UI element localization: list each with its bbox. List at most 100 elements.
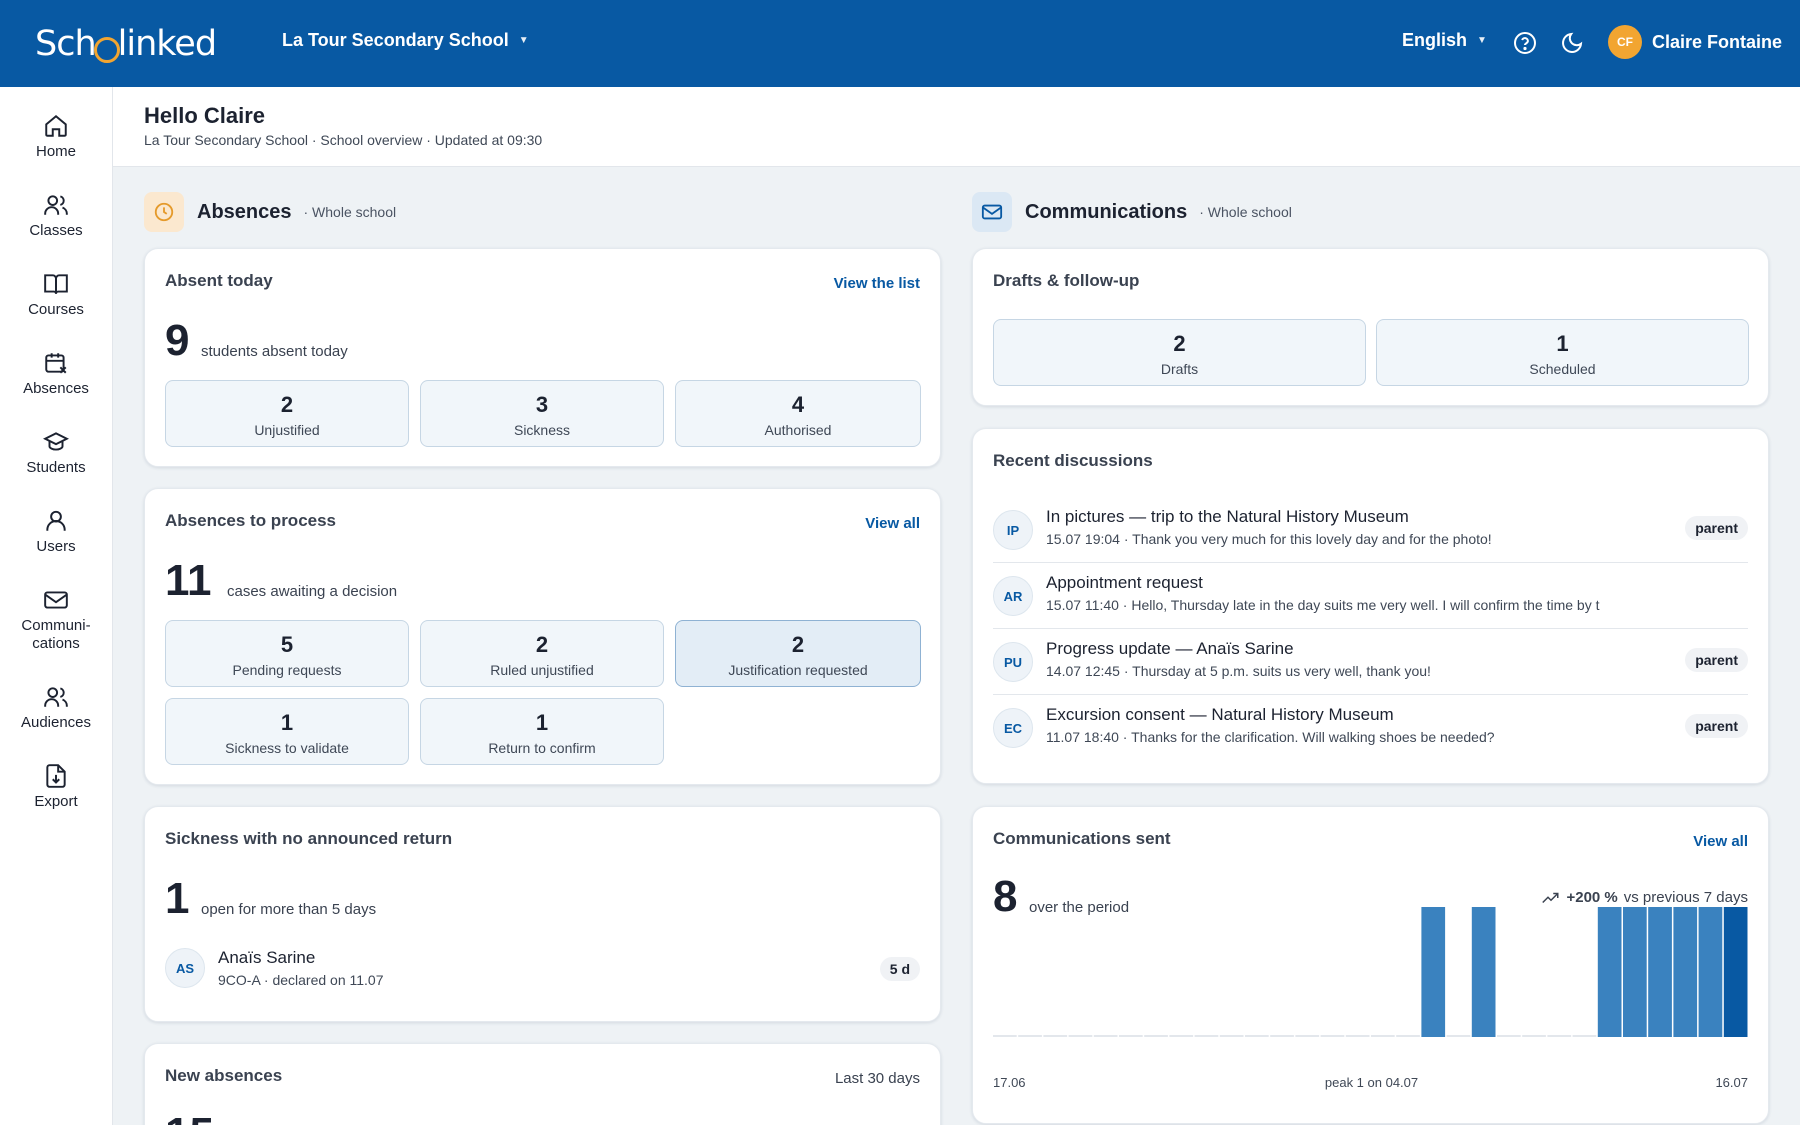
language-label: English [1402, 30, 1468, 50]
chart-bar-11.07[interactable] [1597, 907, 1622, 1037]
tile-return-to-confirm[interactable]: 1 Return to confirm [420, 698, 664, 765]
chevron-down-icon: ▼ [1477, 35, 1487, 46]
app-logo[interactable]: Sch linked [35, 22, 217, 66]
user-icon [46, 510, 66, 531]
sidebar-item-communications[interactable]: Communi- cations [0, 587, 112, 653]
student-detail: 9CO-A · declared on 11.07 [218, 972, 384, 988]
role-badge: parent [1685, 516, 1748, 540]
period-label: Last 30 days [834, 1070, 920, 1087]
chart-bar-06.07[interactable] [1471, 907, 1496, 1037]
chart-bar-12.07[interactable] [1623, 907, 1647, 1037]
chart-baseline-segment [1320, 1035, 1345, 1037]
chart-bar-04.07[interactable] [1421, 907, 1446, 1037]
list-item[interactable]: IP In pictures — trip to the Natural His… [993, 497, 1748, 563]
student-name[interactable]: Anaïs Sarine [218, 948, 315, 968]
view-list-link[interactable]: View the list [834, 275, 920, 292]
sidebar-item-users[interactable]: Users [0, 508, 112, 556]
file-download-icon [46, 764, 66, 788]
tile-label: Ruled unjustified [490, 662, 594, 678]
tile-label: Unjustified [254, 422, 320, 438]
school-name: La Tour Secondary School [282, 30, 509, 50]
absent-count-label: students absent today [201, 343, 348, 360]
tile-scheduled[interactable]: 1 Scheduled [1376, 319, 1749, 386]
sidebar-item-label: Export [34, 793, 78, 810]
sidebar-item-label: cations [32, 635, 80, 652]
sidebar-item-label: Communi- [21, 617, 91, 634]
tile-value: 5 [280, 632, 294, 657]
mail-icon [972, 192, 1012, 232]
tile-value: 2 [535, 632, 549, 657]
sidebar-item-absences[interactable]: Absences [0, 350, 112, 398]
absent-today-card: Absent today View the list 9 students ab… [144, 248, 941, 467]
absent-count: 9 [165, 316, 190, 365]
role-badge: parent [1685, 714, 1748, 738]
chart-baseline-segment [1068, 1035, 1093, 1037]
dark-mode-icon[interactable] [1560, 31, 1584, 55]
card-title: New absences [165, 1066, 283, 1085]
avatar: EC [993, 708, 1033, 748]
sidebar-item-audiences[interactable]: Audiences [0, 684, 112, 732]
tile-justification-requested[interactable]: 2 Justification requested [675, 620, 921, 687]
list-item[interactable]: AR Appointment request 15.07 11:40 · Hel… [993, 563, 1748, 629]
sidebar-item-courses[interactable]: Courses [0, 271, 112, 319]
sickness-no-return-card: Sickness with no announced return 1 open… [144, 806, 941, 1022]
sidebar-item-label: Users [36, 538, 76, 555]
user-name: Claire Fontaine [1652, 31, 1783, 52]
tile-sickness[interactable]: 3 Sickness [420, 380, 664, 447]
chart-baseline-segment [1446, 1035, 1471, 1037]
chart-baseline-segment [1371, 1035, 1395, 1037]
calendar-x-icon [45, 353, 67, 374]
view-all-link[interactable]: View all [1693, 833, 1748, 850]
list-item[interactable]: EC Excursion consent — Natural History M… [993, 695, 1748, 761]
view-all-link[interactable]: View all [865, 515, 920, 532]
sidebar-item-home[interactable]: Home [0, 113, 112, 161]
tile-drafts[interactable]: 2 Drafts [993, 319, 1366, 386]
sidebar-item-classes[interactable]: Classes [0, 192, 112, 240]
tile-value: 2 [280, 392, 294, 417]
chart-baseline-segment [1119, 1035, 1143, 1037]
tile-label: Pending requests [232, 662, 342, 678]
page-subtitle: La Tour Secondary School · School overvi… [144, 132, 543, 148]
sidebar-item-export[interactable]: Export [0, 763, 112, 811]
sidebar-item-students[interactable]: Students [0, 429, 112, 477]
discussion-preview: 15.07 19:04 · Thank you very much for th… [1046, 531, 1492, 547]
home-icon [45, 114, 67, 137]
language-selector[interactable]: English ▼ [1402, 30, 1487, 51]
tile-label: Sickness to validate [225, 740, 349, 756]
chart-baseline-segment [1194, 1035, 1219, 1037]
chart-baseline-segment [1547, 1035, 1572, 1037]
avatar: AR [993, 576, 1033, 616]
absences-to-process-card: Absences to process View all 11 cases aw… [144, 488, 941, 785]
sidebar: Home Classes Courses Absences Students U… [0, 87, 113, 1125]
tile-label: Scheduled [1529, 361, 1596, 377]
chart-bar-13.07[interactable] [1648, 907, 1672, 1037]
chart-bar-15.07[interactable] [1698, 907, 1723, 1037]
help-icon[interactable] [1513, 31, 1537, 55]
tile-ruled-unjustified[interactable]: 2 Ruled unjustified [420, 620, 664, 687]
chart-baseline-segment [993, 1035, 1017, 1037]
logo-bubble-icon [93, 37, 120, 63]
card-title: Communications sent [993, 829, 1171, 848]
school-selector[interactable]: La Tour Secondary School ▼ [282, 30, 529, 51]
chart-bar-16.07[interactable] [1723, 907, 1748, 1037]
user-menu[interactable]: CF Claire Fontaine [1608, 25, 1782, 59]
section-scope: · Whole school [1199, 204, 1292, 220]
tile-authorised[interactable]: 4 Authorised [675, 380, 921, 447]
list-item[interactable]: PU Progress update — Anaïs Sarine 14.07 … [993, 629, 1748, 695]
tile-unjustified[interactable]: 2 Unjustified [165, 380, 409, 447]
chart-baseline-segment [1169, 1035, 1194, 1037]
chart-baseline-segment [1093, 1035, 1118, 1037]
discussion-preview: 11.07 18:40 · Thanks for the clarificati… [1046, 729, 1495, 745]
role-badge: parent [1685, 648, 1748, 672]
tile-pending-requests[interactable]: 5 Pending requests [165, 620, 409, 687]
chart-baseline-segment [1522, 1035, 1546, 1037]
tile-value: 2 [791, 632, 805, 657]
chart-bar-14.07[interactable] [1673, 907, 1698, 1037]
trending-up-icon [1542, 892, 1559, 903]
discussion-title: In pictures — trip to the Natural Histor… [1046, 507, 1409, 526]
avatar: PU [993, 642, 1033, 682]
sidebar-item-label: Classes [29, 222, 83, 239]
tile-value: 3 [535, 392, 549, 417]
tile-label: Sickness [513, 422, 571, 438]
tile-sickness-to-validate[interactable]: 1 Sickness to validate [165, 698, 409, 765]
